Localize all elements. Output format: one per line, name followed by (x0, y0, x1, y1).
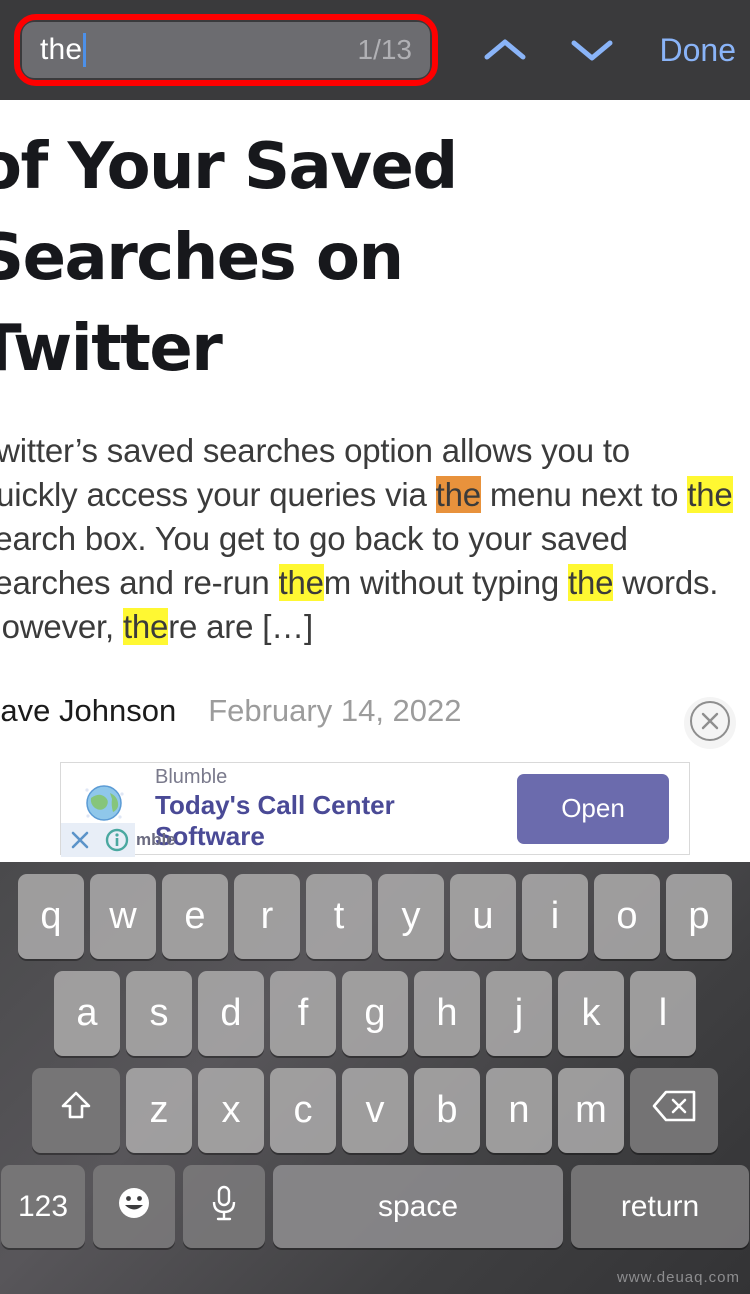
ad-badge-row: mble (61, 823, 176, 857)
key-q[interactable]: q (18, 874, 84, 959)
find-search-input[interactable]: the 1/13 (22, 22, 430, 78)
key-k[interactable]: k (558, 971, 624, 1056)
key-o[interactable]: o (594, 874, 660, 959)
page-close-button[interactable] (684, 697, 736, 749)
find-previous-button[interactable] (476, 20, 535, 80)
backspace-icon (651, 1089, 697, 1133)
keyboard-row-3: zxcvbnm (0, 1068, 750, 1153)
key-w[interactable]: w (90, 874, 156, 959)
emoji-smiley-icon (114, 1183, 154, 1231)
lede-text-run: m without typing (323, 564, 568, 601)
chevron-up-icon (483, 35, 527, 65)
key-z[interactable]: z (126, 1068, 192, 1153)
microphone-icon (207, 1183, 241, 1231)
key-f[interactable]: f (270, 971, 336, 1056)
ad-icon-column: mble (61, 762, 176, 857)
key-i[interactable]: i (522, 874, 588, 959)
keyboard-row-1: qwertyuiop (0, 874, 750, 959)
ad-advertiser-name: Blumble (155, 766, 228, 788)
shift-key[interactable] (32, 1068, 120, 1153)
key-m[interactable]: m (558, 1068, 624, 1153)
ad-brand-mini: mble (136, 830, 176, 849)
article-container: of Your Saved Searches on Twitter Twitte… (0, 100, 738, 729)
return-key[interactable]: return (571, 1165, 749, 1248)
done-button[interactable]: Done (660, 32, 737, 69)
key-l[interactable]: l (630, 971, 696, 1056)
on-screen-keyboard: qwertyuiop asdfghjkl zxcvbnm 123 space r… (0, 862, 750, 1294)
shift-arrow-icon (56, 1086, 96, 1136)
ad-headline: Today's Call Center Software (155, 790, 395, 851)
ad-banner[interactable]: mble Blumble Today's Call Center Softwar… (60, 762, 690, 857)
search-match-highlight: the (568, 564, 614, 601)
ad-info-icon[interactable] (99, 823, 135, 857)
key-u[interactable]: u (450, 874, 516, 959)
chevron-down-icon (570, 35, 614, 65)
key-e[interactable]: e (162, 874, 228, 959)
ad-close-icon[interactable] (61, 823, 99, 857)
key-x[interactable]: x (198, 1068, 264, 1153)
key-g[interactable]: g (342, 971, 408, 1056)
key-h[interactable]: h (414, 971, 480, 1056)
text-caret (83, 33, 87, 67)
space-key[interactable]: space (273, 1165, 563, 1248)
find-in-page-toolbar: the 1/13 Done (0, 0, 750, 100)
key-b[interactable]: b (414, 1068, 480, 1153)
match-counter: 1/13 (357, 34, 413, 65)
key-p[interactable]: p (666, 874, 732, 959)
key-a[interactable]: a (54, 971, 120, 1056)
byline: Dave Johnson February 14, 2022 (0, 693, 738, 729)
find-next-button[interactable] (563, 20, 622, 80)
keyboard-row-4: 123 space return (0, 1165, 750, 1248)
numeric-key[interactable]: 123 (1, 1165, 85, 1248)
find-field-wrapper: the 1/13 (14, 14, 438, 86)
key-c[interactable]: c (270, 1068, 336, 1153)
emoji-key[interactable] (93, 1165, 175, 1248)
lede-text-run: re are […] (168, 608, 313, 645)
site-watermark: www.deuaq.com (616, 1269, 740, 1286)
search-match-highlight: the (687, 476, 733, 513)
publish-date: February 14, 2022 (208, 693, 462, 728)
keyboard-row-3-letters: zxcvbnm (126, 1068, 624, 1153)
key-d[interactable]: d (198, 971, 264, 1056)
key-j[interactable]: j (486, 971, 552, 1056)
author-name: Dave Johnson (0, 693, 177, 728)
key-t[interactable]: t (306, 874, 372, 959)
find-query-text: the (40, 33, 83, 66)
page-title: of Your Saved Searches on Twitter (0, 130, 458, 386)
keyboard-row-2: asdfghjkl (0, 971, 750, 1056)
lede-text-run: menu next to (480, 476, 688, 513)
ad-open-button[interactable]: Open (517, 773, 669, 844)
ad-text-block: Blumble Today's Call Center Software (147, 765, 517, 852)
key-y[interactable]: y (378, 874, 444, 959)
key-n[interactable]: n (486, 1068, 552, 1153)
dictation-key[interactable] (183, 1165, 265, 1248)
search-match-highlight: the (122, 608, 169, 645)
close-circle-icon (687, 698, 733, 749)
backspace-key[interactable] (630, 1068, 718, 1153)
key-r[interactable]: r (234, 874, 300, 959)
active-search-match: the (435, 476, 481, 513)
search-match-highlight: the (278, 564, 324, 601)
key-s[interactable]: s (126, 971, 192, 1056)
key-v[interactable]: v (342, 1068, 408, 1153)
article-lede: Twitter’s saved searches option allows y… (0, 429, 738, 649)
